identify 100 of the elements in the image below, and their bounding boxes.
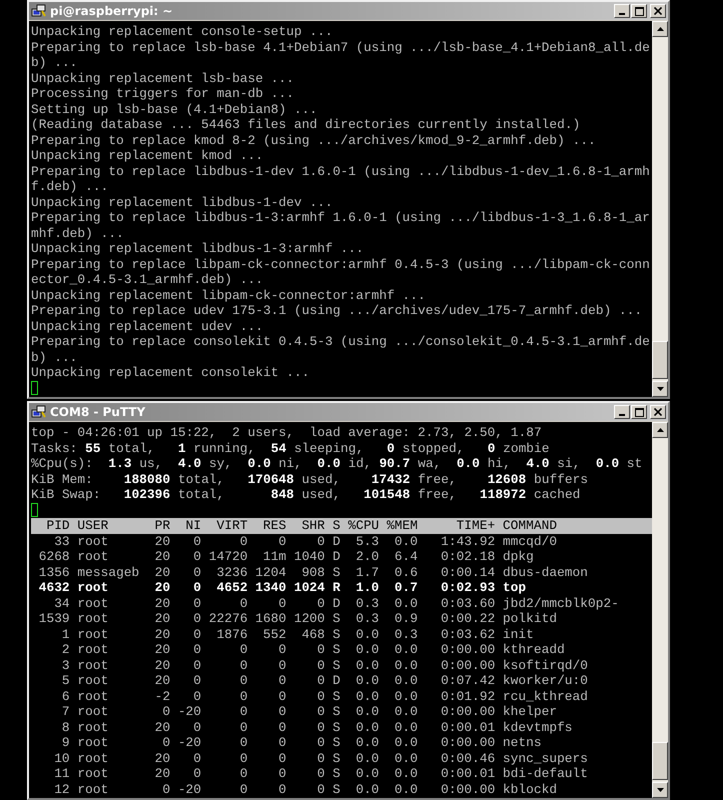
table-cell-text: 0 — [192, 688, 202, 704]
terminal-line: Preparing to replace libpam-ck-connector:armhf 0.4.5-3 (using .../libpam-ck-conn — [31, 256, 651, 272]
table-cell-text: 0 — [161, 735, 170, 750]
table-cell-text: 20 — [154, 642, 170, 658]
table-cell-text: 0 — [238, 688, 248, 704]
table-cell-text: 0.7 — [394, 580, 418, 596]
table-cell-text: S — [332, 642, 340, 658]
close-button[interactable] — [650, 405, 666, 419]
table-cell-text: 0:00.46 — [440, 750, 496, 766]
terminal-line: Unpacking replacement libdbus-1-3:armhf ... — [31, 241, 365, 256]
table-cell-text: 0 — [238, 673, 248, 688]
table-cell-text: 0 — [316, 750, 325, 766]
table-cell-text: 0 — [316, 658, 325, 673]
maximize-button[interactable] — [631, 405, 647, 419]
table-cell-text: 0.0 — [354, 750, 380, 766]
table-cell-text: 20 — [154, 534, 170, 549]
computer-icon[interactable] — [31, 4, 47, 18]
table-cell-text: sync_supers — [502, 750, 588, 766]
table-cell-text: 0 — [316, 642, 325, 658]
scroll-up-button[interactable] — [652, 422, 668, 438]
close-button[interactable] — [650, 4, 666, 18]
terminal-line: Preparing to replace udev 175-3.1 (using .../archives/udev_175-7_armhf.deb) ... — [31, 303, 644, 318]
column-header: PR — [154, 518, 170, 534]
table-cell-text: 0 — [192, 658, 202, 673]
table-cell-text: 0 — [277, 720, 286, 735]
column-header: TIME+ — [455, 518, 496, 534]
table-cell-text: 0 — [316, 766, 325, 782]
table-cell-text: 0 — [277, 766, 286, 782]
terminal-line: Preparing to replace lsb-base 4.1+Debian7 (using .../lsb-base_4.1+Debian8_all.de — [31, 40, 651, 55]
up-arrow-icon — [656, 27, 664, 31]
terminal-line: KiB Mem: 188080 total, 170648 used, 17432 free, 12608 buffers — [31, 472, 590, 487]
table-cell-text: init — [502, 626, 534, 642]
table-cell-text: S — [332, 611, 340, 626]
table-cell-text: -20 — [176, 704, 202, 720]
table-cell-text: 0 — [277, 642, 286, 658]
table-cell-text: 6 — [60, 688, 70, 704]
table-cell-text: 4652 — [216, 580, 248, 596]
table-cell-text: 3236 — [216, 564, 248, 580]
minimize-button[interactable] — [614, 4, 630, 18]
table-cell-text: 0.0 — [354, 735, 380, 750]
scroll-thumb[interactable] — [652, 341, 668, 379]
table-cell-text: 1 — [60, 626, 70, 642]
column-header: %MEM — [386, 518, 418, 534]
terminal-line: Unpacking replacement libpam-ck-connector:armhf ... — [31, 288, 427, 303]
table-cell-text: 908 — [300, 564, 325, 580]
table-cell-text: 0:00.01 — [440, 766, 496, 782]
table-cell-text: 0.3 — [394, 626, 418, 642]
table-cell-text: 0 — [192, 626, 202, 642]
table-cell-text: 20 — [154, 611, 170, 626]
column-header: S — [332, 518, 340, 534]
table-cell-text: root — [76, 611, 110, 626]
table-cell-text: 20 — [154, 720, 170, 735]
table-cell-text: 0 — [238, 766, 248, 782]
terminal-line: top - 04:26:01 up 15:22, 2 users, load average: 2.73, 2.50, 1.87 — [31, 425, 543, 440]
table-cell-text: 0.0 — [394, 766, 418, 782]
table-cell-text: 20 — [154, 596, 170, 611]
table-cell-text: 0 — [192, 750, 202, 766]
scroll-up-button[interactable] — [652, 21, 668, 37]
table-cell-text: 0:02.93 — [440, 580, 496, 596]
computer-icon[interactable] — [31, 405, 47, 419]
table-cell-text: 1356 — [38, 564, 70, 580]
table-cell-text: 0 — [238, 782, 248, 797]
terminal-line: Preparing to replace libdbus-1-dev 1.6.0-1 (using .../libdbus-1-dev_1.6.8-1_armh — [31, 164, 651, 179]
terminal-line: Unpacking replacement console-setup ... — [31, 24, 334, 40]
table-cell-text: root — [76, 549, 110, 564]
table-cell-text: 0 — [277, 534, 286, 549]
table-cell-text: 14720 — [208, 549, 248, 564]
column-header: USER — [76, 518, 110, 534]
table-cell-text: 4632 — [38, 580, 70, 596]
table-cell-text: 2 — [60, 642, 70, 658]
scroll-down-button[interactable] — [652, 782, 668, 798]
down-arrow-icon — [656, 788, 664, 792]
table-cell-text: 0 — [238, 704, 248, 720]
table-cell-text: rcu_kthread — [502, 688, 588, 704]
scroll-thumb[interactable] — [652, 742, 668, 780]
terminal-line: Tasks: 55 total, 1 running, 54 sleeping, 0 stopped, 0 zombie — [31, 440, 550, 456]
table-cell-text: 7 — [60, 704, 70, 720]
table-cell-text: 20 — [154, 580, 170, 596]
maximize-button[interactable] — [631, 4, 647, 18]
table-cell-text: 0:00.00 — [440, 782, 496, 797]
table-cell-text: 0.0 — [354, 642, 380, 658]
table-cell-text: root — [76, 626, 110, 642]
table-cell-text: 0 — [192, 673, 202, 688]
scrollbar[interactable] — [652, 422, 668, 798]
table-cell-text: 0.0 — [354, 673, 380, 688]
scrollbar[interactable] — [652, 21, 668, 397]
table-cell-text: root — [76, 642, 110, 658]
table-cell-text: S — [332, 564, 340, 580]
table-cell-text: 6.4 — [394, 549, 418, 564]
table-cell-text: 0 — [277, 673, 286, 688]
table-cell-text: mmcqd/0 — [502, 534, 557, 549]
table-cell-text: S — [332, 735, 340, 750]
table-cell-text: -20 — [176, 735, 202, 750]
minimize-button[interactable] — [614, 405, 630, 419]
table-cell-text: 0 — [192, 534, 202, 549]
scroll-down-button[interactable] — [652, 381, 668, 397]
table-cell-text: kthreadd — [502, 642, 565, 658]
close-icon — [654, 7, 662, 15]
table-cell-text: top — [502, 580, 526, 596]
table-cell-text: root — [76, 782, 110, 797]
